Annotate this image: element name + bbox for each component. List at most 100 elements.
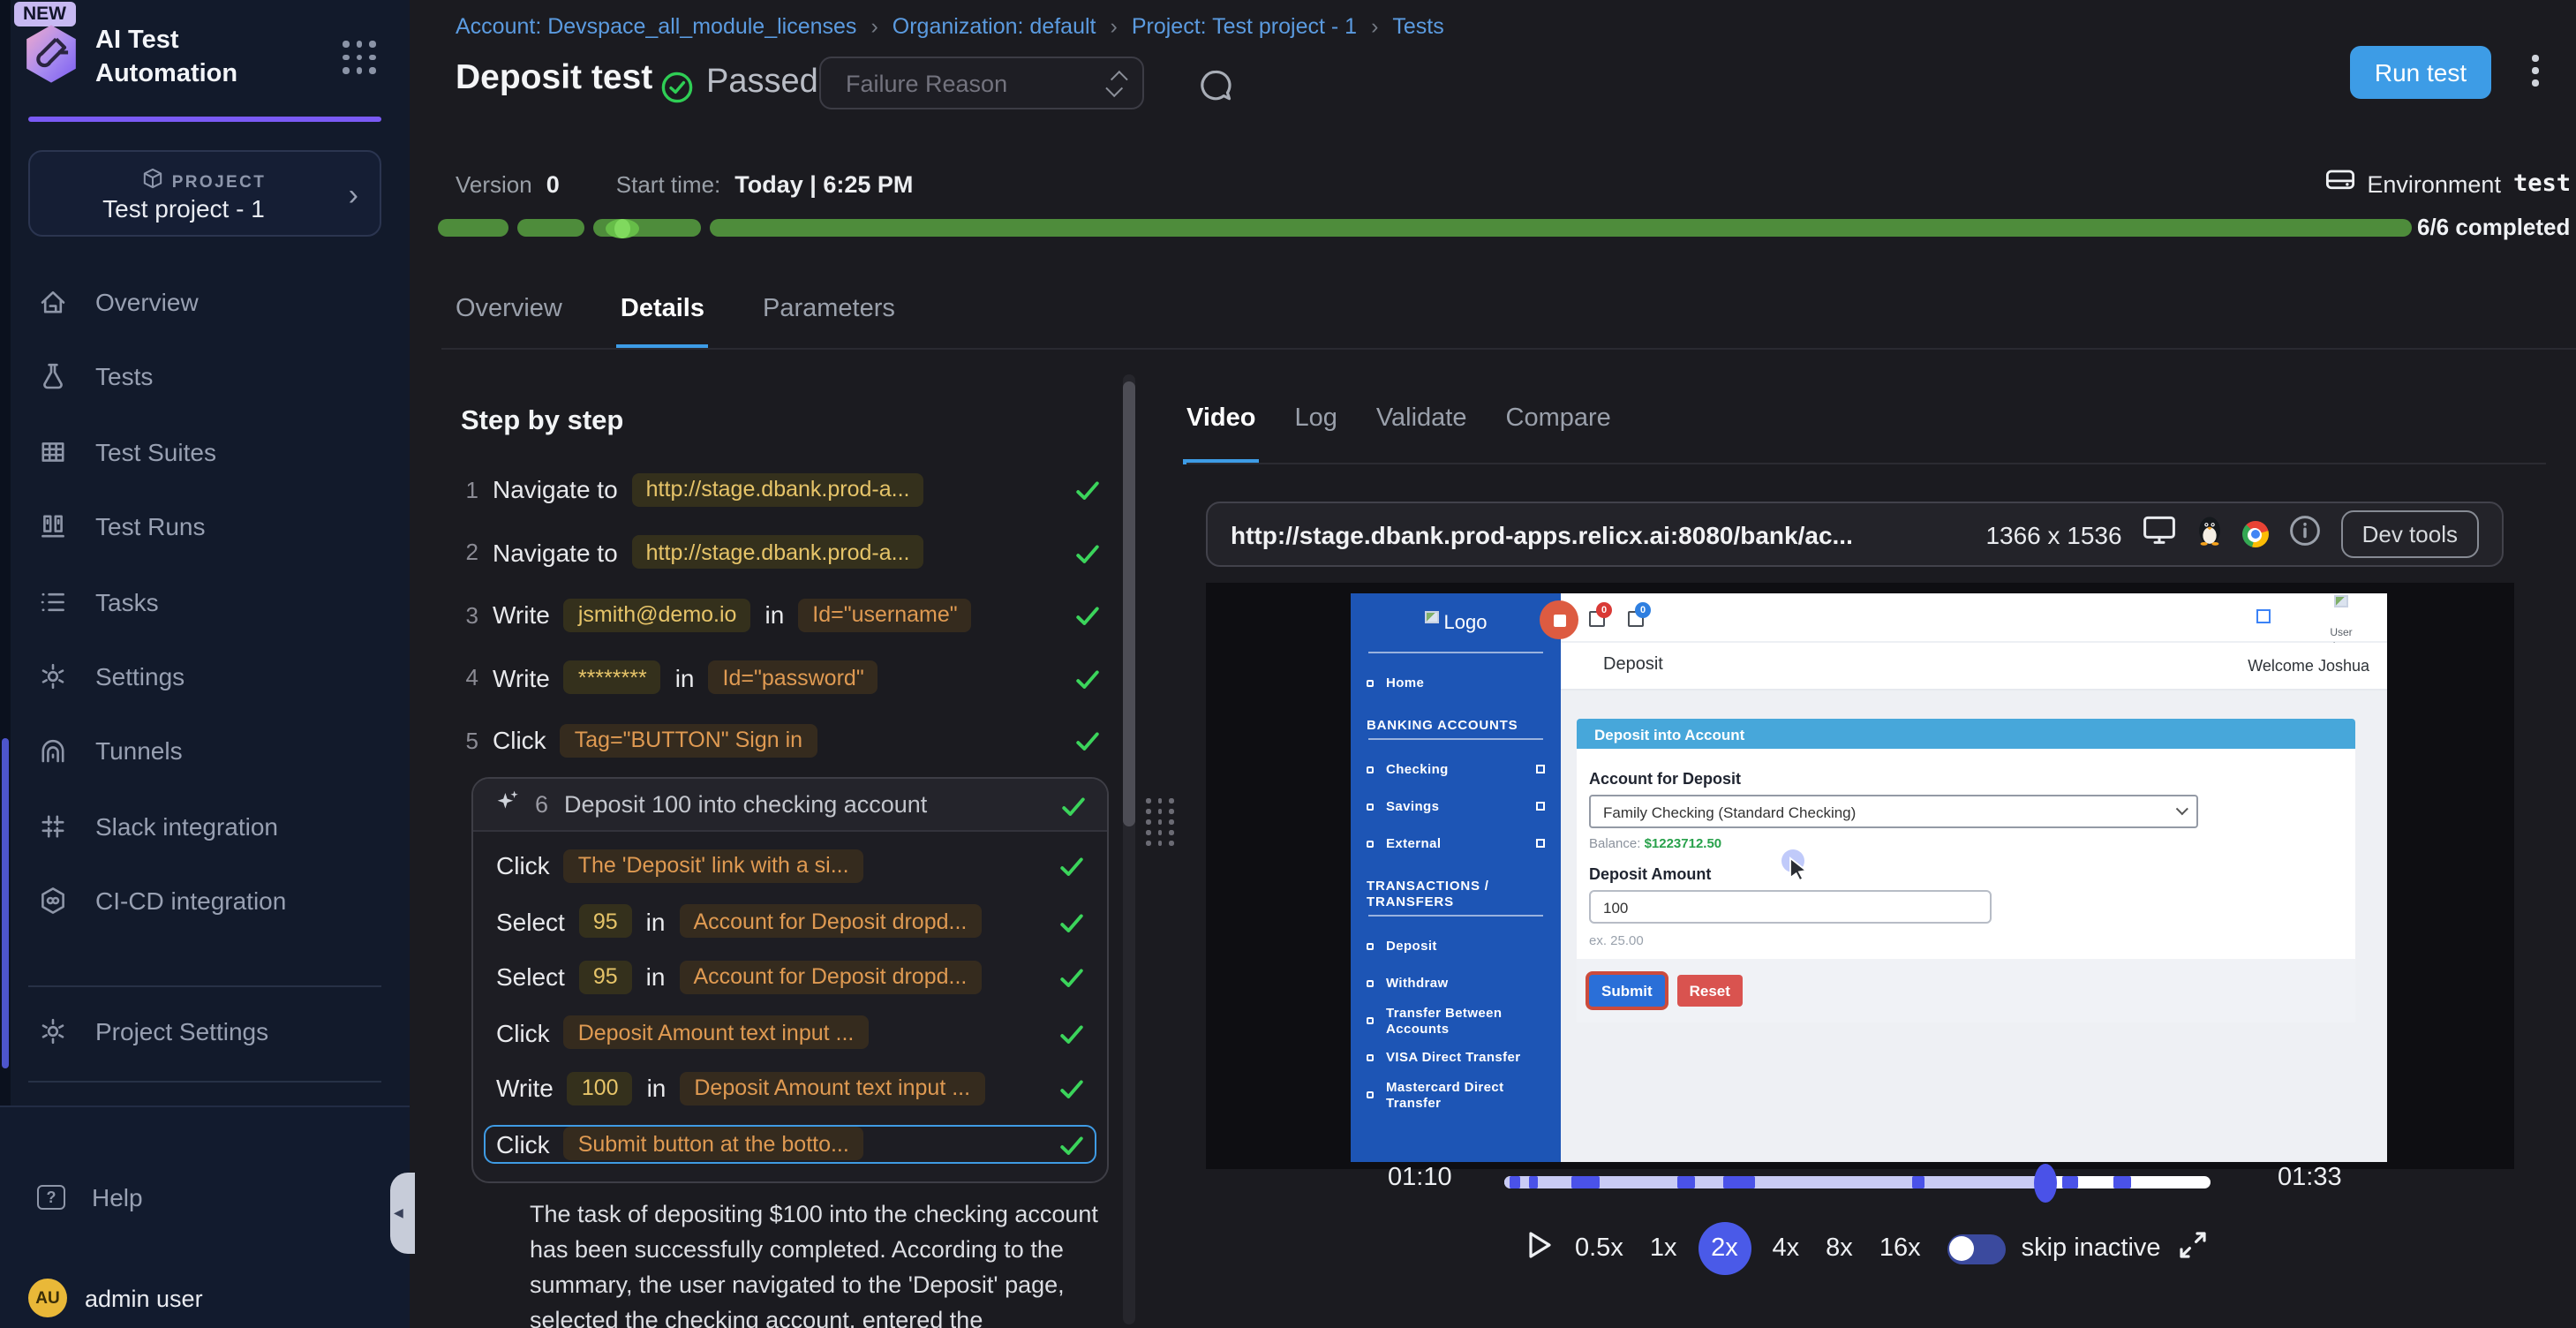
video-tab-validate[interactable]: Validate (1376, 399, 1467, 464)
sidebar-item-test-suites[interactable]: Test Suites (28, 429, 381, 475)
run-test-button[interactable]: Run test (2350, 46, 2491, 99)
sidebar-item-overview[interactable]: Overview (28, 279, 381, 325)
steps-scrollbar-thumb[interactable] (1123, 381, 1135, 826)
step-row[interactable]: Select95inAccount for Deposit dropd... (484, 957, 1096, 996)
start-time-value: Today | 6:25 PM (734, 171, 913, 198)
sidebar-item-tests[interactable]: Tests (28, 353, 381, 399)
speed-0-5x[interactable]: 0.5x (1570, 1234, 1629, 1263)
step-selector-pill: Submit button at the botto... (564, 1127, 863, 1160)
step-row[interactable]: Select95inAccount for Deposit dropd... (484, 902, 1096, 940)
speed-4x[interactable]: 4x (1767, 1234, 1805, 1263)
step-row[interactable]: 3Writejsmith@demo.ioinId="username" (461, 595, 1100, 634)
status-badge: Passed (706, 64, 818, 102)
notification-badge: 0 (1596, 602, 1612, 618)
project-label: PROJECT (172, 172, 267, 192)
step-row[interactable]: 1Navigate tohttp://stage.dbank.prod-a... (461, 470, 1100, 509)
info-icon[interactable] (2288, 513, 2322, 555)
step-number: 4 (461, 664, 478, 690)
sidebar-item-settings[interactable]: Settings (28, 653, 381, 699)
steps-list: 1Navigate tohttp://stage.dbank.prod-a...… (461, 470, 1100, 759)
sidebar-item-test-runs[interactable]: Test Runs (28, 503, 381, 549)
divider (1186, 463, 2546, 464)
tab-overview[interactable]: Overview (456, 290, 562, 350)
sidebar-item-project-settings[interactable]: Project Settings (28, 1008, 381, 1054)
dev-tools-button[interactable]: Dev tools (2341, 510, 2479, 558)
step-action: Click (493, 726, 546, 754)
main-tabs: Overview Details Parameters (456, 290, 895, 350)
breadcrumb-item[interactable]: Account: Devspace_all_module_licenses (456, 14, 856, 39)
tab-parameters[interactable]: Parameters (763, 290, 895, 350)
timeline-marker (1571, 1176, 1600, 1188)
bank-browser-topbar: 0 0 User Avat (1561, 593, 2387, 643)
video-frame[interactable]: LogoHomeBANKING ACCOUNTSCheckingSavingsE… (1206, 583, 2514, 1169)
failure-reason-select[interactable]: Failure Reason (819, 57, 1144, 109)
version-value: 0 (546, 171, 560, 198)
step-action: Click (496, 1129, 550, 1158)
bank-nav-withdraw: Withdraw (1351, 964, 1561, 1001)
step-action: Navigate to (493, 538, 618, 566)
breadcrumb-separator: › (1111, 14, 1118, 39)
step-row[interactable]: ClickDeposit Amount text input ... (484, 1013, 1096, 1052)
breadcrumb-separator: › (870, 14, 877, 39)
sidebar-item-ci-cd-integration[interactable]: CI-CD integration (28, 878, 381, 924)
square-icon (1536, 802, 1545, 811)
step-selector-pill: Account for Deposit dropd... (679, 904, 981, 938)
fullscreen-icon[interactable] (2177, 1228, 2209, 1269)
step-row[interactable]: 4Write********inId="password" (461, 658, 1100, 697)
step-row[interactable]: Write100inDeposit Amount text input ... (484, 1068, 1096, 1107)
bank-page-header: Deposit Welcome Joshua (1561, 643, 2387, 690)
step-action: Write (493, 600, 550, 629)
tab-details[interactable]: Details (621, 290, 704, 350)
kebab-menu-icon[interactable] (2532, 55, 2538, 86)
step-row[interactable]: 2Navigate tohttp://stage.dbank.prod-a... (461, 532, 1100, 571)
bank-nav-visa-direct-transfer: VISA Direct Transfer (1351, 1038, 1561, 1075)
home-icon (37, 286, 69, 318)
speed-16x[interactable]: 16x (1874, 1234, 1926, 1263)
square-bullet-icon (1367, 1053, 1374, 1060)
step-row[interactable]: ClickThe 'Deposit' link with a si... (484, 846, 1096, 885)
bank-content: Deposit into Account Account for Deposit… (1561, 690, 2387, 1162)
speed-1x[interactable]: 1x (1645, 1234, 1683, 1263)
step-group-header[interactable]: 6 Deposit 100 into checking account (473, 779, 1107, 832)
panel-resize-handle[interactable] (1146, 798, 1174, 845)
main-content: Account: Devspace_all_module_licenses › Or… (410, 0, 2576, 1328)
video-timeline[interactable] (1504, 1176, 2211, 1188)
apps-grid-icon[interactable] (343, 41, 378, 76)
collapse-arrow-icon: ◀ (394, 1206, 403, 1220)
bank-app-screenshot: LogoHomeBANKING ACCOUNTSCheckingSavingsE… (1351, 593, 2387, 1162)
check-icon (1059, 966, 1084, 987)
video-tabs: Video Log Validate Compare (1186, 399, 1611, 464)
step-action: Click (496, 851, 550, 879)
breadcrumb-item[interactable]: Organization: default (893, 14, 1096, 39)
speed-8x[interactable]: 8x (1820, 1234, 1858, 1263)
user-menu[interactable]: AU admin user (28, 1275, 381, 1321)
video-controls: 0.5x1x2x4x8x16x skip inactive (1525, 1222, 2209, 1275)
timeline-playhead[interactable] (2034, 1163, 2057, 1202)
video-url: http://stage.dbank.prod-apps.relicx.ai:8… (1231, 520, 1853, 548)
step-row[interactable]: 5ClickTag="BUTTON" Sign in (461, 721, 1100, 759)
breadcrumb-item[interactable]: Project: Test project - 1 (1132, 14, 1357, 39)
step-number: 3 (461, 601, 478, 628)
sidebar-item-tasks[interactable]: Tasks (28, 579, 381, 625)
project-name: Test project - 1 (30, 194, 337, 223)
skip-inactive-toggle[interactable] (1947, 1234, 2006, 1264)
sidebar-item-slack-integration[interactable]: Slack integration (28, 804, 381, 849)
project-selector[interactable]: PROJECT Test project - 1 › (28, 150, 381, 237)
sidebar-item-tunnels[interactable]: Tunnels (28, 728, 381, 773)
bank-nav-external: External (1351, 825, 1561, 862)
sidebar-item-help[interactable]: Help (28, 1174, 381, 1220)
progress-segment (517, 219, 584, 237)
video-tab-log[interactable]: Log (1294, 399, 1337, 464)
play-button[interactable] (1525, 1228, 1554, 1269)
breadcrumb-item[interactable]: Tests (1392, 14, 1443, 39)
step-row[interactable]: Click Submit button at the botto... (484, 1124, 1096, 1163)
video-tab-compare[interactable]: Compare (1506, 399, 1611, 464)
step-group-6[interactable]: 6 Deposit 100 into checking account Clic… (471, 777, 1109, 1182)
comment-icon[interactable] (1197, 67, 1234, 104)
video-tab-video[interactable]: Video (1186, 399, 1255, 464)
sidebar-scrollbar-thumb[interactable] (2, 738, 9, 1068)
sidebar-collapse-handle[interactable]: ◀ (390, 1173, 415, 1254)
speed-2x[interactable]: 2x (1699, 1222, 1751, 1275)
step-action: Select (496, 962, 565, 991)
video-url-bar: http://stage.dbank.prod-apps.relicx.ai:8… (1206, 502, 2504, 567)
